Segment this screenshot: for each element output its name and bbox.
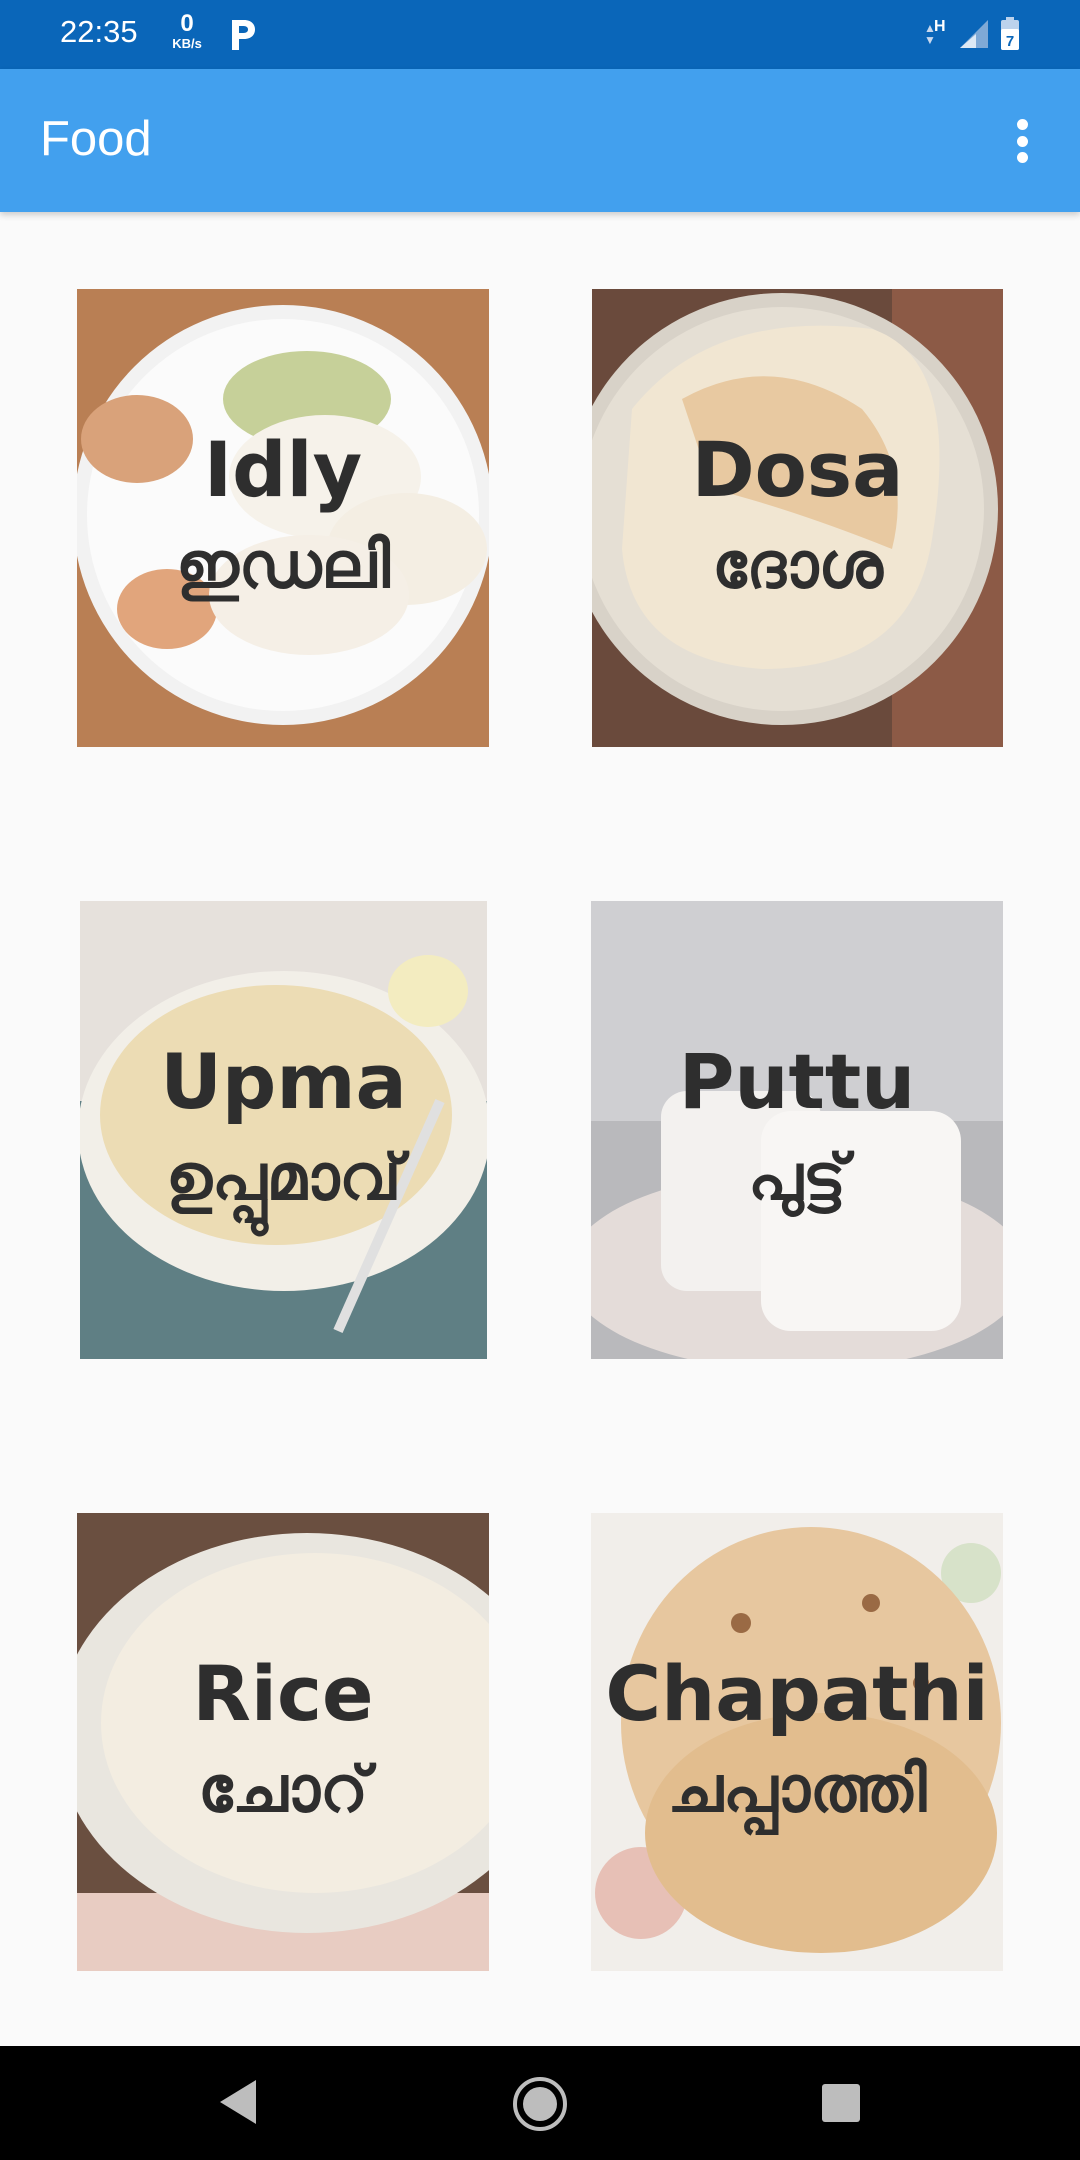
food-malayalam-name: ഇഡലി	[175, 529, 390, 603]
food-english-name: Upma	[160, 1037, 407, 1126]
app-title: Food	[40, 112, 152, 166]
idly-labels: Idly ഇഡലി	[77, 289, 489, 747]
overflow-menu-icon	[1016, 119, 1028, 130]
food-malayalam-name: ചോറ്	[197, 1753, 369, 1827]
recent-apps-icon[interactable]	[822, 2084, 860, 2122]
overflow-menu-dot	[1016, 135, 1028, 147]
network-speed-unit: KB/s	[172, 36, 202, 51]
dosa-labels: Dosa ദോശ	[592, 289, 1003, 747]
food-card-chapathi[interactable]: Chapathi ചപ്പാത്തി	[591, 1513, 1003, 1971]
food-card-rice[interactable]: Rice ചോറ്	[77, 1513, 489, 1971]
battery-level: 7	[1006, 33, 1014, 50]
food-card-idly[interactable]: Idly ഇഡലി	[77, 289, 489, 747]
food-malayalam-name: ദോശ	[712, 529, 883, 603]
back-icon[interactable]	[216, 2076, 260, 2128]
home-icon[interactable]	[512, 2076, 568, 2132]
rice-labels: Rice ചോറ്	[77, 1513, 489, 1971]
overflow-menu-button[interactable]	[1000, 117, 1044, 165]
food-english-name: Idly	[203, 425, 363, 514]
app-bar: Food	[0, 69, 1080, 212]
food-malayalam-name: ചപ്പാത്തി	[667, 1753, 927, 1827]
network-type-label: H	[934, 18, 946, 35]
network-speed-value: 0	[180, 10, 194, 37]
food-card-puttu[interactable]: Puttu പുട്ട്	[591, 901, 1003, 1359]
status-time: 22:35	[60, 14, 138, 49]
food-english-name: Puttu	[678, 1037, 916, 1126]
system-nav-bar	[0, 2046, 1080, 2160]
food-malayalam-name: പുട്ട്	[748, 1141, 846, 1215]
network-speed: 0 KB/s	[166, 12, 208, 52]
food-english-name: Dosa	[691, 425, 904, 514]
parking-app-icon	[232, 20, 255, 50]
upma-labels: Upma ഉപ്പുമാവ്	[80, 901, 487, 1359]
status-icons: ▲ ▼ H 7	[924, 14, 1020, 54]
overflow-menu-dot	[1016, 152, 1028, 163]
food-malayalam-name: ഉപ്പുമാവ്	[165, 1141, 402, 1215]
status-bar: 22:35 0 KB/s ▲ ▼ H 7	[0, 0, 1080, 69]
food-card-upma[interactable]: Upma ഉപ്പുമാവ്	[80, 901, 487, 1359]
puttu-labels: Puttu പുട്ട്	[591, 901, 1003, 1359]
signal-icon	[960, 20, 988, 48]
chapathi-labels: Chapathi ചപ്പാത്തി	[591, 1513, 1003, 1971]
food-card-dosa[interactable]: Dosa ദോശ	[592, 289, 1003, 747]
food-english-name: Rice	[192, 1649, 374, 1738]
network-type-icon: ▲ ▼ H	[924, 18, 946, 47]
battery-icon: 7	[1001, 17, 1019, 50]
food-english-name: Chapathi	[605, 1649, 989, 1738]
